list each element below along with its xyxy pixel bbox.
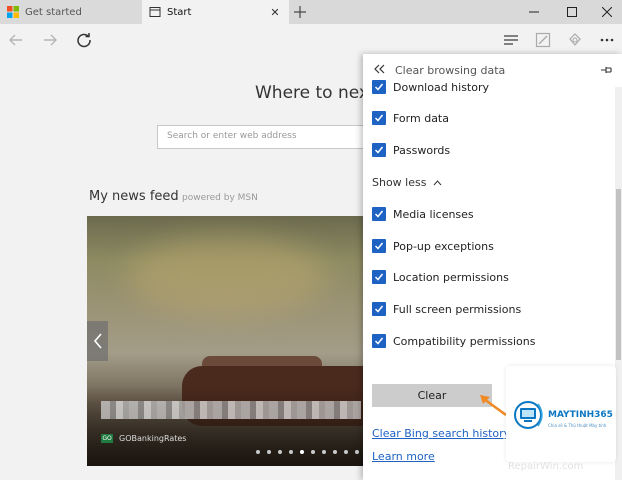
checkbox-popup-exceptions[interactable]: Pop-up exceptions — [372, 239, 494, 253]
forward-button[interactable] — [39, 29, 61, 51]
checkbox-label: Compatibility permissions — [393, 334, 536, 348]
toolbar — [0, 24, 622, 54]
minimize-icon — [529, 11, 539, 13]
carousel-dots — [256, 450, 359, 454]
news-headline-pixelated — [101, 401, 361, 419]
checkbox-full-screen-permissions[interactable]: Full screen permissions — [372, 302, 521, 316]
new-tab-button[interactable] — [290, 2, 310, 22]
news-source: GO GOBankingRates — [101, 434, 186, 443]
clear-button[interactable]: Clear — [372, 384, 492, 407]
close-window-button[interactable] — [588, 0, 622, 24]
minimize-button[interactable] — [515, 0, 553, 24]
brand-tagline: Chia sẻ & Thủ thuật Máy tính — [548, 423, 607, 428]
checkbox-passwords[interactable]: Passwords — [372, 143, 450, 157]
share-button[interactable] — [564, 29, 586, 51]
hub-icon — [504, 35, 518, 45]
panel-back-button[interactable] — [374, 63, 388, 78]
checkbox-label: Media licenses — [393, 207, 474, 221]
checkbox-checked-icon — [372, 80, 386, 94]
news-card[interactable]: GO GOBankingRates — [87, 216, 377, 466]
maximize-icon — [567, 7, 577, 17]
forward-arrow-icon — [44, 34, 57, 46]
more-button[interactable] — [596, 29, 618, 51]
checkbox-label: Form data — [393, 111, 449, 125]
back-button[interactable] — [5, 29, 27, 51]
checkbox-location-permissions[interactable]: Location permissions — [372, 270, 509, 284]
double-chevron-left-icon — [374, 64, 385, 74]
refresh-button[interactable] — [73, 29, 95, 51]
carousel-dot[interactable] — [333, 450, 337, 454]
news-source-label: GOBankingRates — [119, 434, 187, 443]
show-less-label: Show less — [372, 176, 427, 189]
carousel-dot[interactable] — [322, 450, 326, 454]
brand-watermark-card: MAYTINH365 Chia sẻ & Thủ thuật Máy tính — [506, 366, 616, 462]
checkbox-checked-icon — [372, 207, 386, 221]
carousel-dot[interactable] — [278, 450, 282, 454]
tab-start[interactable]: Start ✕ — [142, 0, 289, 24]
maximize-button[interactable] — [553, 0, 591, 24]
carousel-dot[interactable] — [267, 450, 271, 454]
checkbox-checked-icon — [372, 302, 386, 316]
carousel-dot[interactable] — [355, 450, 359, 454]
share-icon — [569, 33, 581, 46]
clear-bing-history-link[interactable]: Clear Bing search history — [372, 427, 510, 440]
carousel-dot[interactable] — [344, 450, 348, 454]
refresh-icon — [77, 33, 91, 48]
pin-panel-button[interactable] — [599, 63, 613, 77]
pin-icon — [601, 67, 612, 73]
web-note-icon — [535, 32, 551, 48]
powered-by-label: powered by MSN — [182, 193, 258, 203]
tab-strip: Get started Start ✕ — [0, 0, 622, 24]
tab-title: Start — [167, 6, 192, 18]
checkbox-checked-icon — [372, 270, 386, 284]
site-watermark: RepairWin.com — [508, 461, 584, 472]
more-icon — [600, 38, 614, 42]
carousel-dot[interactable] — [300, 450, 304, 454]
checkbox-checked-icon — [372, 143, 386, 157]
carousel-dot[interactable] — [311, 450, 315, 454]
checkbox-download-history[interactable]: Download history — [372, 80, 489, 94]
close-tab-icon[interactable]: ✕ — [267, 4, 283, 20]
page-icon — [149, 7, 161, 17]
checkbox-media-licenses[interactable]: Media licenses — [372, 207, 474, 221]
close-icon — [602, 7, 612, 17]
tab-title: Get started — [25, 6, 82, 18]
plus-icon — [294, 6, 306, 18]
carousel-dot[interactable] — [289, 450, 293, 454]
news-image-blur — [127, 236, 327, 316]
annotation-arrow-icon — [480, 395, 507, 417]
learn-more-link[interactable]: Learn more — [372, 450, 435, 463]
hub-button[interactable] — [500, 29, 522, 51]
news-feed-title: My news feed — [89, 189, 179, 204]
search-input[interactable]: Search or enter web address — [157, 125, 387, 149]
web-note-button[interactable] — [532, 29, 554, 51]
checkbox-label: Download history — [393, 80, 490, 94]
news-source-logo-icon: GO — [101, 434, 113, 443]
checkbox-label: Pop-up exceptions — [393, 239, 494, 253]
carousel-prev-button[interactable] — [87, 321, 108, 361]
checkbox-label: Passwords — [393, 143, 451, 157]
back-arrow-icon — [9, 34, 22, 46]
chevron-up-icon — [433, 180, 442, 186]
tab-get-started[interactable]: Get started — [0, 0, 142, 24]
checkbox-label: Full screen permissions — [393, 302, 522, 316]
news-image-shade — [87, 386, 377, 466]
chevron-left-icon — [93, 333, 102, 349]
panel-title: Clear browsing data — [395, 64, 506, 77]
windows-logo-icon — [7, 6, 19, 18]
maytinh365-logo-icon — [514, 401, 543, 429]
checkbox-label: Location permissions — [393, 270, 509, 284]
carousel-dot[interactable] — [256, 450, 260, 454]
checkbox-form-data[interactable]: Form data — [372, 111, 449, 125]
panel-scrollbar-thumb[interactable] — [616, 189, 621, 360]
checkbox-checked-icon — [372, 239, 386, 253]
checkbox-checked-icon — [372, 111, 386, 125]
checkbox-checked-icon — [372, 334, 386, 348]
brand-name: MAYTINH365 — [548, 410, 613, 420]
show-less-toggle[interactable]: Show less — [372, 176, 442, 189]
checkbox-compatibility-permissions[interactable]: Compatibility permissions — [372, 334, 536, 348]
